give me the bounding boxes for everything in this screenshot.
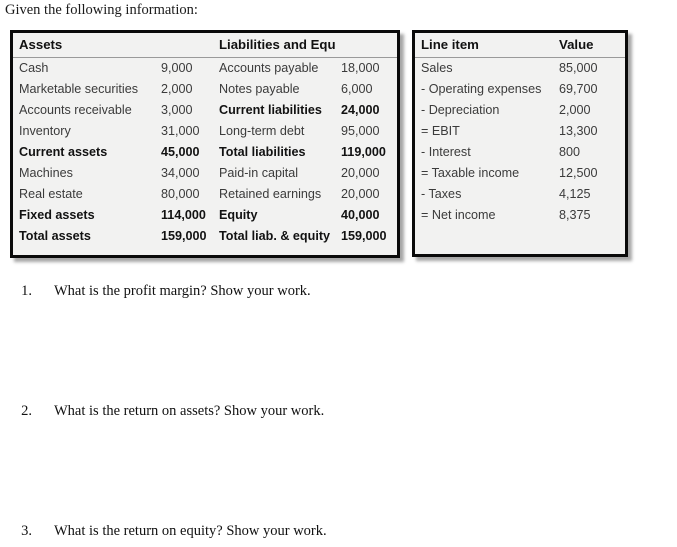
- income-statement-table: Line item Value Sales 85,000 - Operating e…: [412, 30, 628, 257]
- asset-value: 9,000: [161, 61, 193, 75]
- table-row: Total assets 159,000 Total liab. & equity 1…: [13, 226, 397, 247]
- question-1-text: What is the profit margin? Show your wor…: [54, 283, 311, 299]
- line-item-value: 69,700: [559, 82, 598, 96]
- liability-label: Current liabilities: [219, 103, 322, 117]
- liability-label: Accounts payable: [219, 61, 319, 75]
- header-line-item: Line item: [415, 33, 553, 58]
- asset-value: 159,000: [161, 229, 207, 243]
- asset-label: Marketable securities: [19, 82, 138, 96]
- asset-value: 34,000: [161, 166, 200, 180]
- header-assets-value: [155, 33, 213, 58]
- table-row: Fixed assets 114,000 Equity 40,000: [13, 205, 397, 226]
- asset-label: Cash: [19, 61, 49, 75]
- question-3-text: What is the return on equity? Show your …: [54, 523, 327, 539]
- asset-label: Total assets: [19, 229, 91, 243]
- line-item-label: - Taxes: [421, 187, 462, 201]
- table-row: Current assets 45,000 Total liabilities 119…: [13, 142, 397, 163]
- line-item-label: - Operating expenses: [421, 82, 542, 96]
- liability-value: 95,000: [341, 124, 380, 138]
- table-row: = Net income 8,375: [415, 205, 625, 226]
- table-row: - Operating expenses 69,700: [415, 79, 625, 100]
- header-liabilities-value: [335, 33, 397, 58]
- liability-label: Long-term debt: [219, 124, 305, 138]
- liability-value: 119,000: [341, 145, 386, 159]
- liability-label: Paid-in capital: [219, 166, 299, 180]
- header-liabilities-and-equity: Liabilities and Equity: [213, 33, 335, 58]
- liability-label: Equity: [219, 208, 258, 222]
- asset-value: 3,000: [161, 103, 193, 117]
- table-row: = EBIT 13,300: [415, 121, 625, 142]
- liability-value: 20,000: [341, 187, 380, 201]
- liability-label: Total liabilities: [219, 145, 306, 159]
- liability-value: 6,000: [341, 82, 373, 96]
- table-row: Machines 34,000 Paid-in capital 20,000: [13, 163, 397, 184]
- asset-value: 45,000: [161, 145, 200, 159]
- intro-text: Given the following information:: [5, 2, 198, 18]
- liability-value: 18,000: [341, 61, 380, 75]
- line-item-value: 4,125: [559, 187, 591, 201]
- income-statement-header-row: Line item Value: [415, 33, 625, 58]
- asset-label: Machines: [19, 166, 73, 180]
- asset-label: Current assets: [19, 145, 108, 159]
- asset-value: 2,000: [161, 82, 193, 96]
- balance-sheet-table: Assets Liabilities and Equity Cash 9,000 A…: [10, 30, 400, 258]
- balance-sheet-body: Cash 9,000 Accounts payable 18,000 Marketabl…: [13, 58, 397, 248]
- balance-sheet-grid: Assets Liabilities and Equity Cash 9,000 A…: [13, 33, 397, 247]
- line-item-value: 800: [559, 145, 581, 159]
- balance-sheet-header-row: Assets Liabilities and Equity: [13, 33, 397, 58]
- table-row: - Depreciation 2,000: [415, 100, 625, 121]
- question-3: 3. What is the return on equity? Show yo…: [8, 523, 327, 540]
- line-item-value: 2,000: [559, 103, 591, 117]
- table-row: = Taxable income 12,500: [415, 163, 625, 184]
- asset-label: Inventory: [19, 124, 71, 138]
- line-item-value: 8,375: [559, 208, 591, 222]
- asset-value: 31,000: [161, 124, 200, 138]
- line-item-label: = Taxable income: [421, 166, 520, 180]
- line-item-label: - Depreciation: [421, 103, 500, 117]
- table-row: Accounts receivable 3,000 Current liabilit…: [13, 100, 397, 121]
- asset-label: Accounts receivable: [19, 103, 132, 117]
- header-assets: Assets: [13, 33, 155, 58]
- question-2-number: 2.: [21, 403, 32, 419]
- income-statement-grid: Line item Value Sales 85,000 - Operating e…: [415, 33, 625, 226]
- liability-value: 159,000: [341, 229, 387, 243]
- line-item-label: - Interest: [421, 145, 471, 159]
- liability-label: Total liab. & equity: [219, 229, 331, 243]
- table-row: - Interest 800: [415, 142, 625, 163]
- question-1: 1. What is the profit margin? Show your …: [8, 283, 311, 300]
- asset-label: Real estate: [19, 187, 83, 201]
- liability-value: 20,000: [341, 166, 380, 180]
- liability-label: Notes payable: [219, 82, 300, 96]
- question-2-text: What is the return on assets? Show your …: [54, 403, 325, 419]
- asset-label: Fixed assets: [19, 208, 95, 222]
- line-item-label: Sales: [421, 61, 453, 75]
- income-statement-body: Sales 85,000 - Operating expenses 69,700 - D…: [415, 58, 625, 227]
- asset-value: 114,000: [161, 208, 206, 222]
- line-item-value: 12,500: [559, 166, 598, 180]
- table-row: Real estate 80,000 Retained earnings 20,000: [13, 184, 397, 205]
- question-1-number: 1.: [21, 283, 32, 299]
- liability-label: Retained earnings: [219, 187, 322, 201]
- table-row: Cash 9,000 Accounts payable 18,000: [13, 58, 397, 80]
- header-value: Value: [553, 33, 625, 58]
- line-item-label: = Net income: [421, 208, 496, 222]
- table-row: Marketable securities 2,000 Notes payable 6…: [13, 79, 397, 100]
- liability-value: 24,000: [341, 103, 380, 117]
- table-row: - Taxes 4,125: [415, 184, 625, 205]
- asset-value: 80,000: [161, 187, 200, 201]
- question-2: 2. What is the return on assets? Show yo…: [8, 403, 324, 420]
- liability-value: 40,000: [341, 208, 380, 222]
- question-3-number: 3.: [21, 523, 32, 539]
- line-item-value: 13,300: [559, 124, 598, 138]
- table-row: Sales 85,000: [415, 58, 625, 80]
- table-row: Inventory 31,000 Long-term debt 95,000: [13, 121, 397, 142]
- line-item-value: 85,000: [559, 61, 598, 75]
- line-item-label: = EBIT: [421, 124, 460, 138]
